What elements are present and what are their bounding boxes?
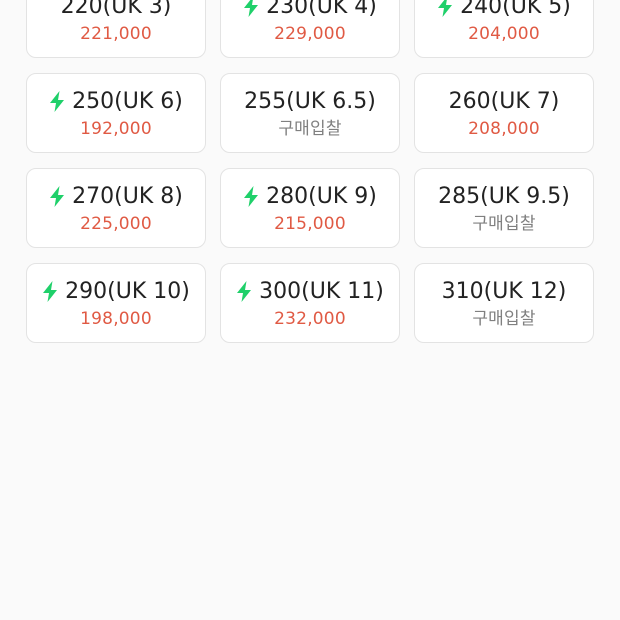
size-price: 204,000 [468,23,540,44]
size-price: 225,000 [80,213,152,234]
size-label: 220(UK 3) [60,0,172,19]
size-label: 255(UK 6.5) [244,88,376,114]
size-option-270[interactable]: 270(UK 8) 225,000 [26,168,206,248]
lightning-bolt-icon [42,281,58,302]
size-price: 221,000 [80,23,152,44]
size-label: 300(UK 11) [259,278,384,304]
size-option-260[interactable]: 260(UK 7) 208,000 [414,73,594,153]
lightning-bolt-icon [49,91,65,112]
size-label: 230(UK 4) [266,0,377,19]
size-price: 198,000 [80,308,152,329]
lightning-bolt-icon [243,186,259,207]
size-option-310[interactable]: 310(UK 12) 구매입찰 [414,263,594,343]
purchase-bid-text: 구매입찰 [278,118,342,139]
size-option-250[interactable]: 250(UK 6) 192,000 [26,73,206,153]
size-option-300[interactable]: 300(UK 11) 232,000 [220,263,400,343]
size-label: 250(UK 6) [72,88,183,114]
size-option-280[interactable]: 280(UK 9) 215,000 [220,168,400,248]
size-price: 229,000 [274,23,346,44]
size-price: 215,000 [274,213,346,234]
size-option-230[interactable]: 230(UK 4) 229,000 [220,0,400,58]
size-price: 208,000 [468,118,540,139]
size-option-grid: 220(UK 3) 221,000 230(UK 4) 229,000 240(… [26,0,594,343]
size-label: 285(UK 9.5) [438,183,570,209]
size-price: 232,000 [274,308,346,329]
purchase-bid-text: 구매입찰 [472,308,536,329]
size-option-290[interactable]: 290(UK 10) 198,000 [26,263,206,343]
lightning-bolt-icon [236,281,252,302]
size-option-255[interactable]: 255(UK 6.5) 구매입찰 [220,73,400,153]
purchase-bid-text: 구매입찰 [472,213,536,234]
size-label: 270(UK 8) [72,183,183,209]
size-label: 260(UK 7) [448,88,560,114]
size-option-220[interactable]: 220(UK 3) 221,000 [26,0,206,58]
lightning-bolt-icon [49,186,65,207]
size-option-285[interactable]: 285(UK 9.5) 구매입찰 [414,168,594,248]
size-price: 192,000 [80,118,152,139]
size-label: 240(UK 5) [460,0,571,19]
size-label: 310(UK 12) [441,278,567,304]
size-label: 290(UK 10) [65,278,190,304]
lightning-bolt-icon [437,0,453,17]
size-label: 280(UK 9) [266,183,377,209]
size-option-240[interactable]: 240(UK 5) 204,000 [414,0,594,58]
lightning-bolt-icon [243,0,259,17]
